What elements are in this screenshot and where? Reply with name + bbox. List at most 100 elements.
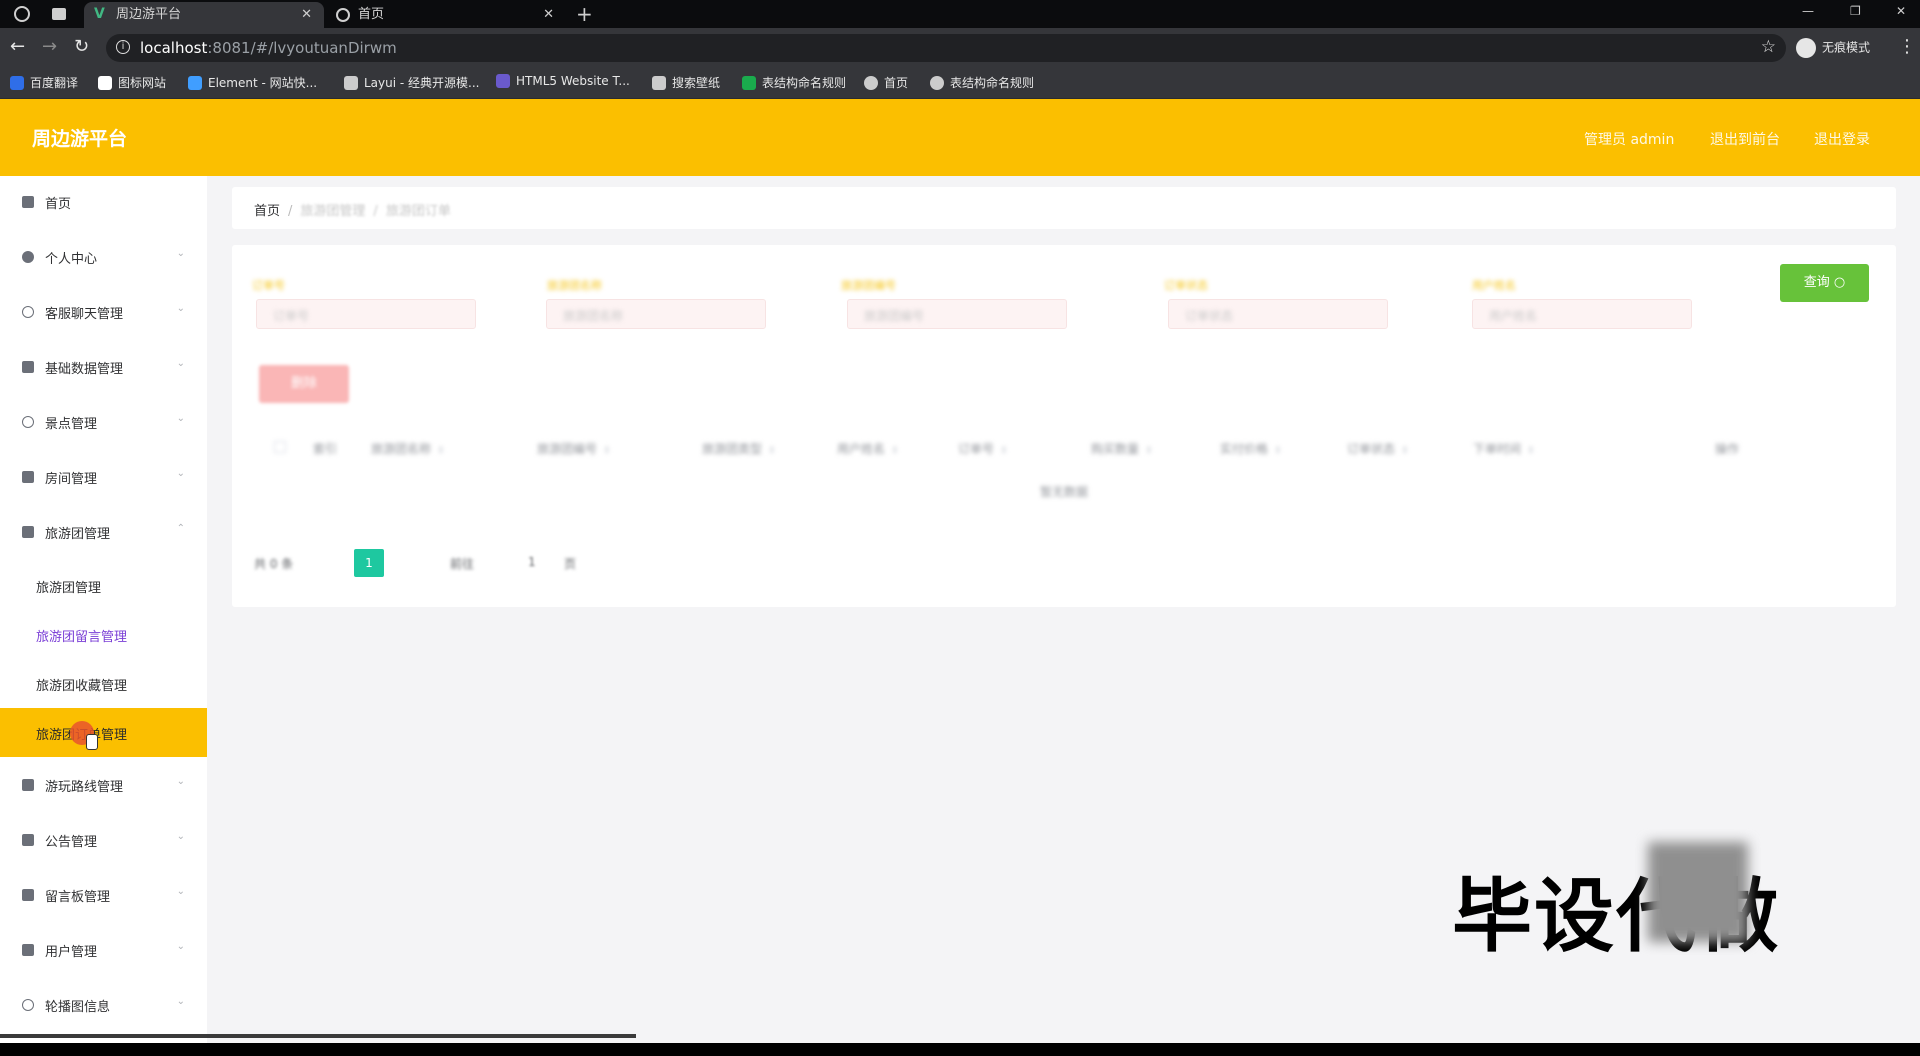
user-icon <box>22 251 34 263</box>
back-icon[interactable]: ← <box>10 37 25 57</box>
route-icon <box>22 779 34 791</box>
bookmark-star-icon[interactable]: ☆ <box>1761 37 1776 57</box>
pagination-total: 共 0 条 <box>254 557 294 571</box>
chevron-down-icon: ⌄ <box>176 413 185 424</box>
logout-link[interactable]: 退出登录 <box>1814 129 1870 149</box>
bookmark-item[interactable]: Element - 网站快... <box>188 74 317 91</box>
chevron-down-icon: ⌄ <box>176 831 185 842</box>
table-header-cell[interactable]: 用户姓名 ⇕ <box>837 440 899 457</box>
bookmark-icon <box>864 76 878 90</box>
url-field[interactable]: i localhost:8081/#/lvyoutuanDirwm ☆ <box>106 34 1786 62</box>
chevron-up-icon: ⌃ <box>176 523 185 534</box>
bookmark-icon <box>496 74 510 88</box>
sidebar-item-users[interactable]: 用户管理 ⌄ <box>0 924 207 979</box>
query-button[interactable]: 查询 ○ <box>1780 264 1869 302</box>
tab-search-icon[interactable] <box>52 8 66 20</box>
sidebar-item-home[interactable]: 首页 <box>0 176 207 231</box>
compass-icon <box>22 416 34 428</box>
back-to-frontend-link[interactable]: 退出到前台 <box>1710 129 1780 149</box>
table-header-cell[interactable]: 购买数量 ⇕ <box>1091 440 1153 457</box>
sidebar-item-rooms[interactable]: 房间管理 ⌄ <box>0 451 207 506</box>
chevron-down-icon: ⌄ <box>176 886 185 897</box>
breadcrumb-bar: 首页 / 旅游团管理 / 旅游团订单 <box>232 187 1896 229</box>
forward-icon[interactable]: → <box>42 37 57 57</box>
sidebar-item-chat[interactable]: 客服聊天管理 ⌄ <box>0 286 207 341</box>
table-header-cell[interactable]: 实付价格 ⇕ <box>1220 440 1282 457</box>
table-header-cell[interactable]: 下单时间 ⇕ <box>1473 440 1535 457</box>
close-tab-icon[interactable]: ✕ <box>543 2 554 28</box>
tab-title: 首页 <box>358 7 385 22</box>
submenu-tour-favorites[interactable]: 旅游团收藏管理 <box>0 659 207 708</box>
table-header-cell[interactable]: 旅游团编号 ⇕ <box>537 440 611 457</box>
bookmark-item[interactable]: HTML5 Website T... <box>496 74 630 88</box>
tour-name-input[interactable]: 旅游团名称 <box>546 299 766 329</box>
table-header: 索引 旅游团名称 ⇕ 旅游团编号 ⇕ 旅游团类型 ⇕ 用户姓名 ⇕ 订单号 ⇕ 购买数量 ⇕… <box>259 428 1869 466</box>
incognito-icon <box>1796 38 1816 58</box>
reload-icon[interactable]: ↻ <box>74 37 89 57</box>
new-tab-icon[interactable]: + <box>576 2 593 26</box>
page-number[interactable]: 1 <box>354 549 384 577</box>
user-name-input[interactable]: 用户姓名 <box>1472 299 1692 329</box>
sidebar-item-tour-group[interactable]: 旅游团管理 ⌃ <box>0 506 207 561</box>
bookmark-icon <box>930 76 944 90</box>
order-number-input[interactable]: 订单号 <box>256 299 476 329</box>
table-header-cell: 操作 <box>1715 442 1740 456</box>
hand-cursor-icon <box>86 734 98 750</box>
table-header-cell: 索引 <box>313 442 338 456</box>
message-icon <box>22 889 34 901</box>
sidebar-item-guestbook[interactable]: 留言板管理 ⌄ <box>0 869 207 924</box>
bookmark-item[interactable]: 表结构命名规则 <box>742 74 846 91</box>
restore-icon[interactable]: ❐ <box>1850 4 1861 18</box>
page-jump-input[interactable]: 1 <box>528 555 536 569</box>
video-progress-bar <box>0 1034 636 1038</box>
app-root: 周边游平台 管理员 admin 退出到前台 退出登录 首页 个人中心 ⌄ 客服聊天… <box>0 99 1920 1043</box>
chevron-down-icon: ⌄ <box>176 996 185 1007</box>
site-info-icon[interactable]: i <box>116 40 130 54</box>
bookmark-item[interactable]: 表结构命名规则 <box>930 74 1034 91</box>
delete-button[interactable]: 删除 <box>259 365 349 403</box>
table-header-cell[interactable]: 订单号 ⇕ <box>958 440 1008 457</box>
chat-icon <box>22 306 34 318</box>
sidebar-item-notices[interactable]: 公告管理 ⌄ <box>0 814 207 869</box>
tab-home[interactable]: 首页 ✕ <box>326 2 566 28</box>
filter-label: 订单状态 <box>1164 279 1208 292</box>
submenu-tour-group[interactable]: 旅游团管理 <box>0 561 207 610</box>
breadcrumb-current: 旅游团订单 <box>385 204 451 219</box>
url-text: localhost:8081/#/lvyoutuanDirwm <box>140 39 397 57</box>
bookmark-item[interactable]: 搜索壁纸 <box>652 74 720 91</box>
sidebar-item-profile[interactable]: 个人中心 ⌄ <box>0 231 207 286</box>
chevron-down-icon: ⌄ <box>176 303 185 314</box>
more-menu-icon[interactable]: ⋮ <box>1898 36 1916 57</box>
incognito-indicator[interactable]: 无痕模式 <box>1796 38 1870 58</box>
tour-code-input[interactable]: 旅游团编号 <box>847 299 1067 329</box>
sidebar-item-routes[interactable]: 游玩路线管理 ⌄ <box>0 759 207 814</box>
table-header-cell[interactable]: 旅游团类型 ⇕ <box>702 440 776 457</box>
select-all-checkbox[interactable] <box>274 441 286 453</box>
bookmark-icon <box>10 76 24 90</box>
filter-label: 旅游团编号 <box>841 279 896 292</box>
close-tab-icon[interactable]: ✕ <box>301 2 312 28</box>
submenu-tour-orders[interactable]: 旅游团订单管理 <box>0 708 207 757</box>
table-header-cell[interactable]: 旅游团名称 ⇕ <box>371 440 445 457</box>
order-status-select[interactable]: 订单状态 <box>1168 299 1388 329</box>
empty-text: 暂无数据 <box>1039 485 1088 499</box>
bookmark-icon <box>742 76 756 90</box>
sidebar-item-scenic[interactable]: 景点管理 ⌄ <box>0 396 207 451</box>
bookmark-item[interactable]: 首页 <box>864 74 908 91</box>
tab-active[interactable]: V 周边游平台 ✕ <box>84 2 324 28</box>
minimize-icon[interactable]: — <box>1802 4 1814 18</box>
sidebar-item-carousel[interactable]: 轮播图信息 ⌄ <box>0 979 207 1034</box>
bookmark-item[interactable]: 百度翻译 <box>10 74 78 91</box>
submenu-tour-messages[interactable]: 旅游团留言管理 <box>0 610 207 659</box>
sidebar-item-basic-data[interactable]: 基础数据管理 ⌄ <box>0 341 207 396</box>
table-header-cell[interactable]: 订单状态 ⇕ <box>1347 440 1409 457</box>
pagination-page-suffix: 页 <box>564 557 577 571</box>
browser-menu-icon[interactable] <box>14 6 30 22</box>
bookmark-item[interactable]: 图标网站 <box>98 74 166 91</box>
carousel-icon <box>22 999 34 1011</box>
close-window-icon[interactable]: ✕ <box>1896 4 1906 18</box>
filter-label: 旅游团名称 <box>547 279 602 292</box>
breadcrumb-home[interactable]: 首页 <box>254 204 280 219</box>
breadcrumb-section[interactable]: 旅游团管理 <box>300 204 365 219</box>
bookmark-item[interactable]: Layui - 经典开源模... <box>344 74 479 91</box>
